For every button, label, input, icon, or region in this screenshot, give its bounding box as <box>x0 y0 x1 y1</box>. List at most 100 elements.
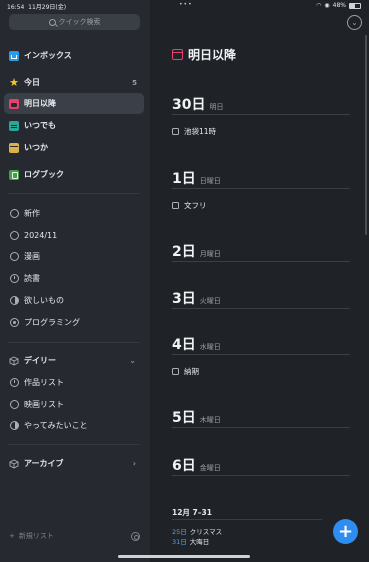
sidebar-item-label: いつでも <box>24 121 56 130</box>
sidebar-item-inbox[interactable]: インボックス <box>4 45 144 66</box>
day-divider <box>172 475 350 476</box>
area-archive[interactable]: アーカイブ › <box>4 453 144 474</box>
divider <box>8 193 140 194</box>
day-header: 3日 火曜日 <box>172 288 221 308</box>
battery-level <box>350 3 355 8</box>
list-label: 作品リスト <box>24 378 64 387</box>
new-list-button[interactable]: + 新規リスト <box>9 531 54 541</box>
area-daily[interactable]: デイリー ⌄ <box>4 350 144 371</box>
scrollbar[interactable] <box>365 35 367 235</box>
day-header: 6日 金曜日 <box>172 455 221 475</box>
battery-percent: 48% <box>332 2 346 9</box>
status-time: 16:54 <box>7 4 25 11</box>
empty-circle-icon <box>10 231 19 240</box>
day-divider <box>172 427 350 428</box>
wifi-icon: ◠ <box>316 2 322 9</box>
day-header: 5日 木曜日 <box>172 407 221 427</box>
status-bar: 16:54 11月29日(金) ••• ◠ ◉ 48% <box>0 0 369 13</box>
multitasking-dots-icon[interactable]: ••• <box>179 1 193 8</box>
battery-icon <box>349 2 361 9</box>
list-item-sakuhin[interactable]: 作品リスト <box>4 372 144 393</box>
list-item-eiga[interactable]: 映画リスト <box>4 394 144 415</box>
day-label: 水曜日 <box>199 343 221 351</box>
day-divider <box>172 114 350 115</box>
list-label: 漫画 <box>24 252 40 261</box>
sidebar-item-upcoming[interactable]: 明日以降 <box>4 93 144 114</box>
add-todo-button[interactable]: + <box>333 519 358 544</box>
search-placeholder: クイック検索 <box>58 18 101 26</box>
quick-search[interactable]: クイック検索 <box>9 14 140 30</box>
day-header: 2日 月曜日 <box>172 241 221 261</box>
holiday-day: 25日 <box>172 528 187 536</box>
page-title: 明日以降 <box>172 46 236 63</box>
task-item[interactable]: 池袋11時 <box>172 126 216 137</box>
day-header: 4日 水曜日 <box>172 334 221 354</box>
progress-circle-icon <box>10 378 19 387</box>
month-range-header: 12月 7–31 <box>172 508 212 517</box>
day-number: 6日 <box>172 458 196 474</box>
collapse-button[interactable]: ⌄ <box>347 15 362 30</box>
half-circle-icon <box>10 296 19 305</box>
sidebar-item-label: ログブック <box>24 170 64 179</box>
task-checkbox[interactable] <box>172 368 179 375</box>
task-checkbox[interactable] <box>172 202 179 209</box>
task-title: 納期 <box>184 367 199 376</box>
dot-circle-icon <box>10 318 19 327</box>
month-divider <box>172 519 322 520</box>
sidebar-item-someday[interactable]: いつか <box>4 137 144 158</box>
area-label: アーカイブ <box>24 459 64 468</box>
status-date: 11月29日(金) <box>28 4 67 11</box>
holiday-name: 大晦日 <box>189 538 210 546</box>
list-item-hoshii-mono[interactable]: 欲しいもの <box>4 290 144 311</box>
day-number: 4日 <box>172 337 196 353</box>
day-number: 3日 <box>172 291 196 307</box>
search-icon <box>48 18 56 26</box>
sidebar-item-label: 今日 <box>24 78 40 87</box>
main-pane <box>150 0 369 562</box>
page-title-text: 明日以降 <box>188 48 237 62</box>
empty-circle-icon <box>10 400 19 409</box>
divider <box>8 342 140 343</box>
archive-box-icon <box>9 142 19 153</box>
area-cube-icon <box>9 458 19 469</box>
task-item[interactable]: 文フリ <box>172 200 207 211</box>
plus-icon: + <box>9 532 15 540</box>
status-indicators: ◠ ◉ 48% <box>316 2 361 9</box>
chevron-down-icon[interactable]: ⌄ <box>129 356 136 365</box>
divider <box>8 444 140 445</box>
sidebar-item-today[interactable]: ★ 今日 5 <box>4 72 144 93</box>
task-checkbox[interactable] <box>172 128 179 135</box>
list-label: プログラミング <box>24 318 80 327</box>
sidebar-item-label: いつか <box>24 143 48 152</box>
list-label: 2024/11 <box>24 231 58 240</box>
star-icon: ★ <box>9 75 19 89</box>
list-label: 新作 <box>24 209 40 218</box>
list-item-programming[interactable]: プログラミング <box>4 312 144 333</box>
today-count: 5 <box>132 78 137 87</box>
lock-rotation-icon: ◉ <box>324 2 330 9</box>
logbook-icon <box>9 169 19 180</box>
list-item-dokusho[interactable]: 読書 <box>4 268 144 289</box>
list-label: 映画リスト <box>24 400 64 409</box>
calendar-icon <box>9 98 19 109</box>
sidebar-item-anytime[interactable]: いつでも <box>4 115 144 136</box>
list-item-shinsaku[interactable]: 新作 <box>4 203 144 224</box>
empty-circle-icon <box>10 209 19 218</box>
list-item-manga[interactable]: 漫画 <box>4 246 144 267</box>
home-indicator[interactable] <box>118 555 250 558</box>
day-divider <box>172 188 350 189</box>
list-item-yattemitai[interactable]: やってみたいこと <box>4 415 144 436</box>
day-number: 30日 <box>172 97 206 113</box>
sidebar-item-label: インボックス <box>24 51 72 60</box>
day-label: 明日 <box>209 103 224 111</box>
settings-icon[interactable] <box>131 532 140 541</box>
day-divider <box>172 308 350 309</box>
area-label: デイリー <box>24 356 56 365</box>
task-item[interactable]: 納期 <box>172 366 199 377</box>
chevron-right-icon[interactable]: › <box>133 459 136 468</box>
list-item-2024-11[interactable]: 2024/11 <box>4 225 144 246</box>
empty-circle-icon <box>10 252 19 261</box>
list-label: 読書 <box>24 274 40 283</box>
sidebar-item-logbook[interactable]: ログブック <box>4 164 144 185</box>
sidebar-item-label: 明日以降 <box>24 99 56 108</box>
